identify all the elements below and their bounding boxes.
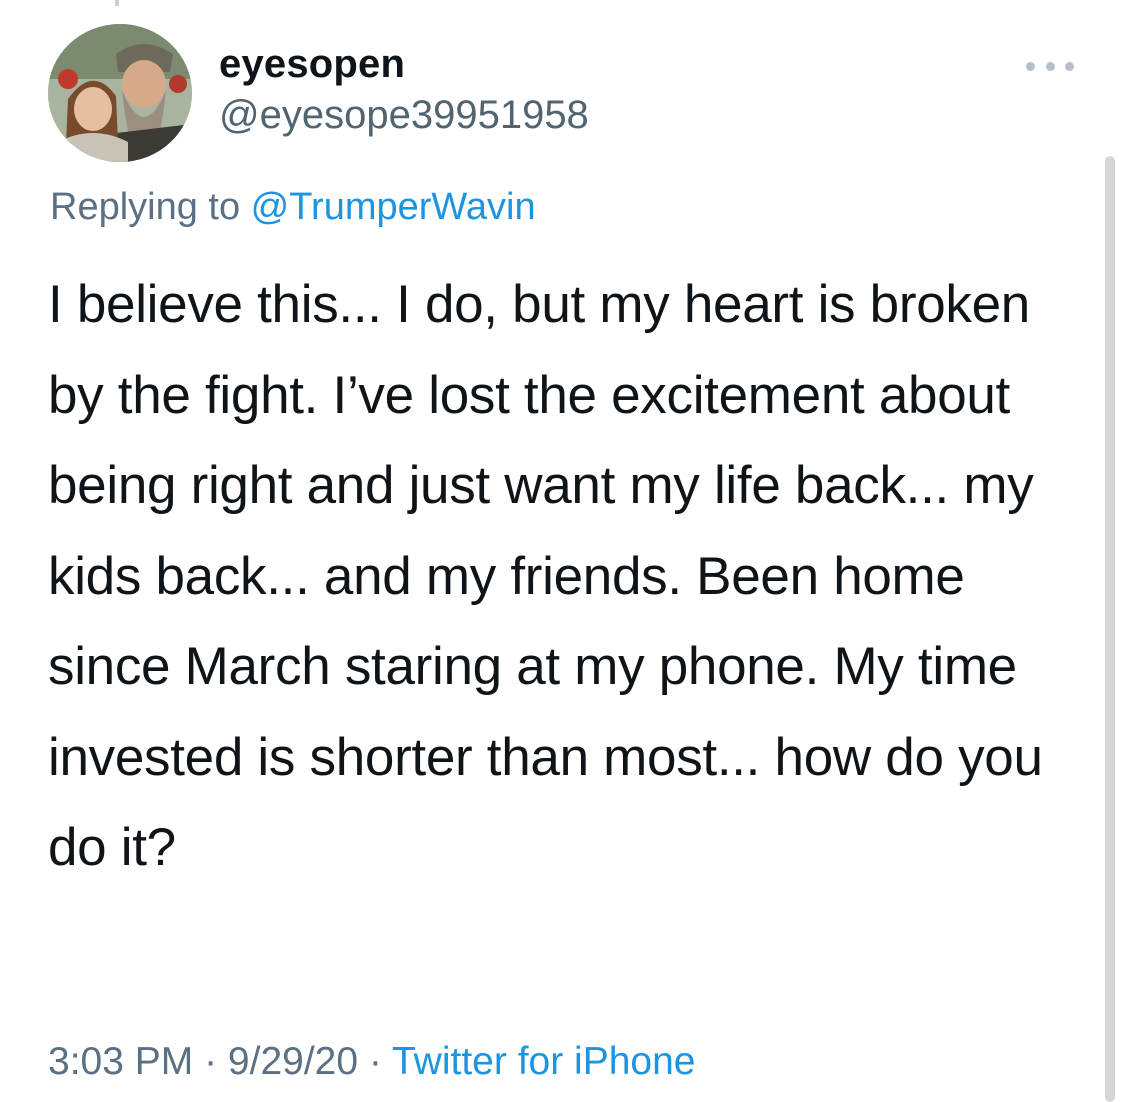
user-handle[interactable]: @eyesope39951958 (219, 93, 589, 138)
tweet-time[interactable]: 3:03 PM (48, 1040, 193, 1083)
display-name[interactable]: eyesopen (219, 42, 405, 87)
more-horizontal-icon (1026, 61, 1035, 71)
meta-separator: · (358, 1040, 393, 1083)
more-options-button[interactable] (1026, 54, 1074, 78)
tweet-detail: eyesopen @eyesope39951958 Replying to @T… (0, 0, 1125, 1102)
tweet-text: I believe this... I do, but my heart is … (48, 275, 1043, 877)
top-edge-marker (115, 0, 119, 6)
replying-to-line: Replying to @TrumperWavin (50, 186, 536, 229)
reply-mention-link[interactable]: @TrumperWavin (251, 186, 536, 228)
meta-separator: · (193, 1040, 228, 1083)
more-horizontal-icon (1045, 61, 1055, 71)
more-horizontal-icon (1065, 61, 1074, 71)
scrollbar[interactable] (1105, 156, 1115, 1102)
tweet-date[interactable]: 9/29/20 (228, 1040, 358, 1083)
avatar[interactable] (48, 24, 192, 162)
replying-prefix: Replying to (50, 186, 251, 228)
tweet-source-link[interactable]: Twitter for iPhone (392, 1040, 695, 1083)
tweet-metadata: 3:03 PM · 9/29/20 · Twitter for iPhone (48, 1040, 695, 1084)
